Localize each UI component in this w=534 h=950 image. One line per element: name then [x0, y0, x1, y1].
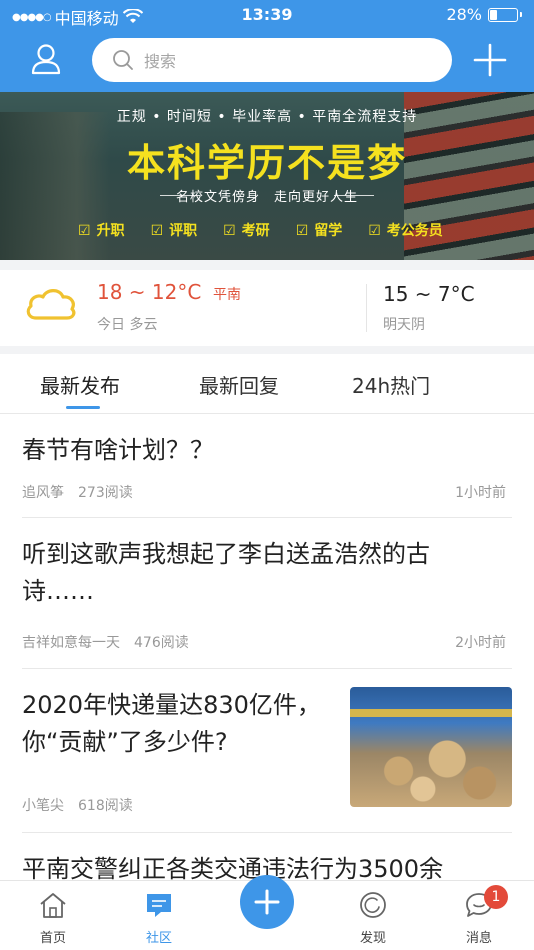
status-bar: ●●●●○ 中国移动 13:39 28% [0, 0, 534, 30]
bottom-navigation: 首页 社区 发现 消息 1 [0, 875, 534, 950]
feed-tabs: 最新发布 最新回复 24h热门 [0, 354, 534, 414]
cloud-icon [26, 289, 76, 320]
banner-chip: ☑ 考研 [223, 220, 270, 240]
feed-reads: 618阅读 [78, 798, 133, 814]
feed-item[interactable]: 听到这歌声我想起了李白送孟浩然的古诗…… 吉祥如意每一天 476阅读 2小时前 [22, 518, 512, 669]
weather-divider [366, 284, 367, 332]
nav-label: 发现 [359, 931, 386, 946]
nav-community[interactable]: 社区 [124, 891, 194, 946]
nav-label: 消息 [465, 931, 492, 946]
tab-24h-hot[interactable]: 24h热门 [352, 370, 430, 399]
battery-fill [490, 9, 497, 20]
tomorrow-temperature: 15 ~ 7°C [383, 282, 475, 306]
checkbox-icon: ☑ [78, 223, 91, 239]
weather-city: 平南 [213, 287, 241, 303]
banner-headline: 本科学历不是梦 [126, 141, 407, 185]
chip-label: 留学 [314, 223, 343, 239]
banner-divider-right [334, 195, 374, 196]
banner-chip: ☑ 升职 [78, 220, 125, 240]
feed-item[interactable]: 春节有啥计划？？ 追风筝 273阅读 1小时前 [22, 414, 512, 518]
plus-icon [473, 43, 507, 77]
tab-latest-posts[interactable]: 最新发布 [40, 370, 120, 399]
checkbox-icon: ☑ [223, 223, 236, 239]
feed-title: 2020年快递量达830亿件，你“贡献”了多少件? [22, 691, 321, 757]
add-post-button[interactable] [470, 40, 510, 80]
battery-info: 28% [446, 5, 522, 24]
thumbnail-detail [350, 709, 512, 717]
battery-icon [488, 7, 518, 22]
weather-widget[interactable]: 18 ~ 12°C 平南 今日 多云 15 ~ 7°C 明天阴 [0, 270, 534, 346]
tab-latest-replies[interactable]: 最新回复 [199, 370, 279, 399]
feed-title: 春节有啥计划？？ [22, 436, 214, 464]
banner-chip: ☑ 评职 [151, 220, 198, 240]
search-icon [113, 50, 133, 70]
feed-reads: 273阅读 [78, 485, 133, 501]
discover-icon [360, 892, 386, 918]
chip-label: 考研 [241, 223, 270, 239]
tomorrow-weather-desc: 明天阴 [383, 317, 425, 333]
search-placeholder: 搜索 [144, 52, 177, 71]
nav-home[interactable]: 首页 [18, 891, 88, 946]
today-temperature: 18 ~ 12°C [97, 280, 202, 304]
nav-label: 首页 [39, 931, 66, 946]
chip-label: 评职 [169, 223, 198, 239]
feed-meta: 小笔尖 618阅读 [22, 795, 133, 815]
app-header: ●●●●○ 中国移动 13:39 28% 搜索 [0, 0, 534, 92]
nav-add-button[interactable] [240, 875, 294, 929]
feed-reads: 476阅读 [134, 635, 189, 651]
home-icon [40, 893, 66, 918]
nav-label: 社区 [145, 931, 172, 946]
checkbox-icon: ☑ [368, 223, 381, 239]
feed-author: 追风筝 [22, 485, 64, 501]
banner-tagline: 正规 • 时间短 • 毕业率高 • 平南全流程支持 [116, 109, 418, 125]
search-bar[interactable]: 搜索 [92, 38, 452, 82]
today-weather-desc: 今日 多云 [97, 317, 158, 333]
banner-chip: ☑ 考公务员 [368, 220, 443, 240]
user-button[interactable] [26, 40, 66, 80]
ad-banner[interactable]: 正规 • 时间短 • 毕业率高 • 平南全流程支持 本科学历不是梦 名校文凭傍身… [0, 92, 534, 260]
banner-chips: ☑ 升职 ☑ 评职 ☑ 考研 ☑ 留学 ☑ 考公务员 [78, 220, 443, 240]
feed-title: 听到这歌声我想起了李白送孟浩然的古诗…… [22, 540, 430, 606]
feed-time: 2小时前 [455, 635, 506, 651]
nav-messages[interactable]: 消息 1 [444, 885, 514, 946]
community-icon [147, 894, 171, 917]
chip-label: 升职 [96, 223, 125, 239]
plus-icon [254, 889, 280, 915]
active-tab-indicator [66, 406, 100, 409]
section-gap [0, 346, 534, 354]
feed-meta: 吉祥如意每一天 476阅读 [22, 632, 189, 652]
battery-tip [520, 12, 522, 17]
section-gap [0, 260, 534, 270]
feed-author: 小笔尖 [22, 798, 64, 814]
feed-author: 吉祥如意每一天 [22, 635, 120, 651]
feed-time: 1小时前 [455, 485, 506, 501]
checkbox-icon: ☑ [295, 223, 309, 239]
feed-thumbnail [350, 687, 512, 807]
feed-item[interactable]: 2020年快递量达830亿件，你“贡献”了多少件? 小笔尖 618阅读 [22, 669, 512, 833]
chip-label: 考公务员 [386, 223, 443, 239]
checkbox-icon: ☑ [150, 223, 164, 239]
battery-percent: 28% [446, 5, 482, 24]
unread-badge: 1 [484, 885, 508, 909]
banner-chip: ☑ 留学 [296, 220, 343, 240]
feed-meta: 追风筝 273阅读 [22, 482, 133, 502]
user-icon [31, 44, 61, 75]
nav-discover[interactable]: 发现 [338, 891, 408, 946]
